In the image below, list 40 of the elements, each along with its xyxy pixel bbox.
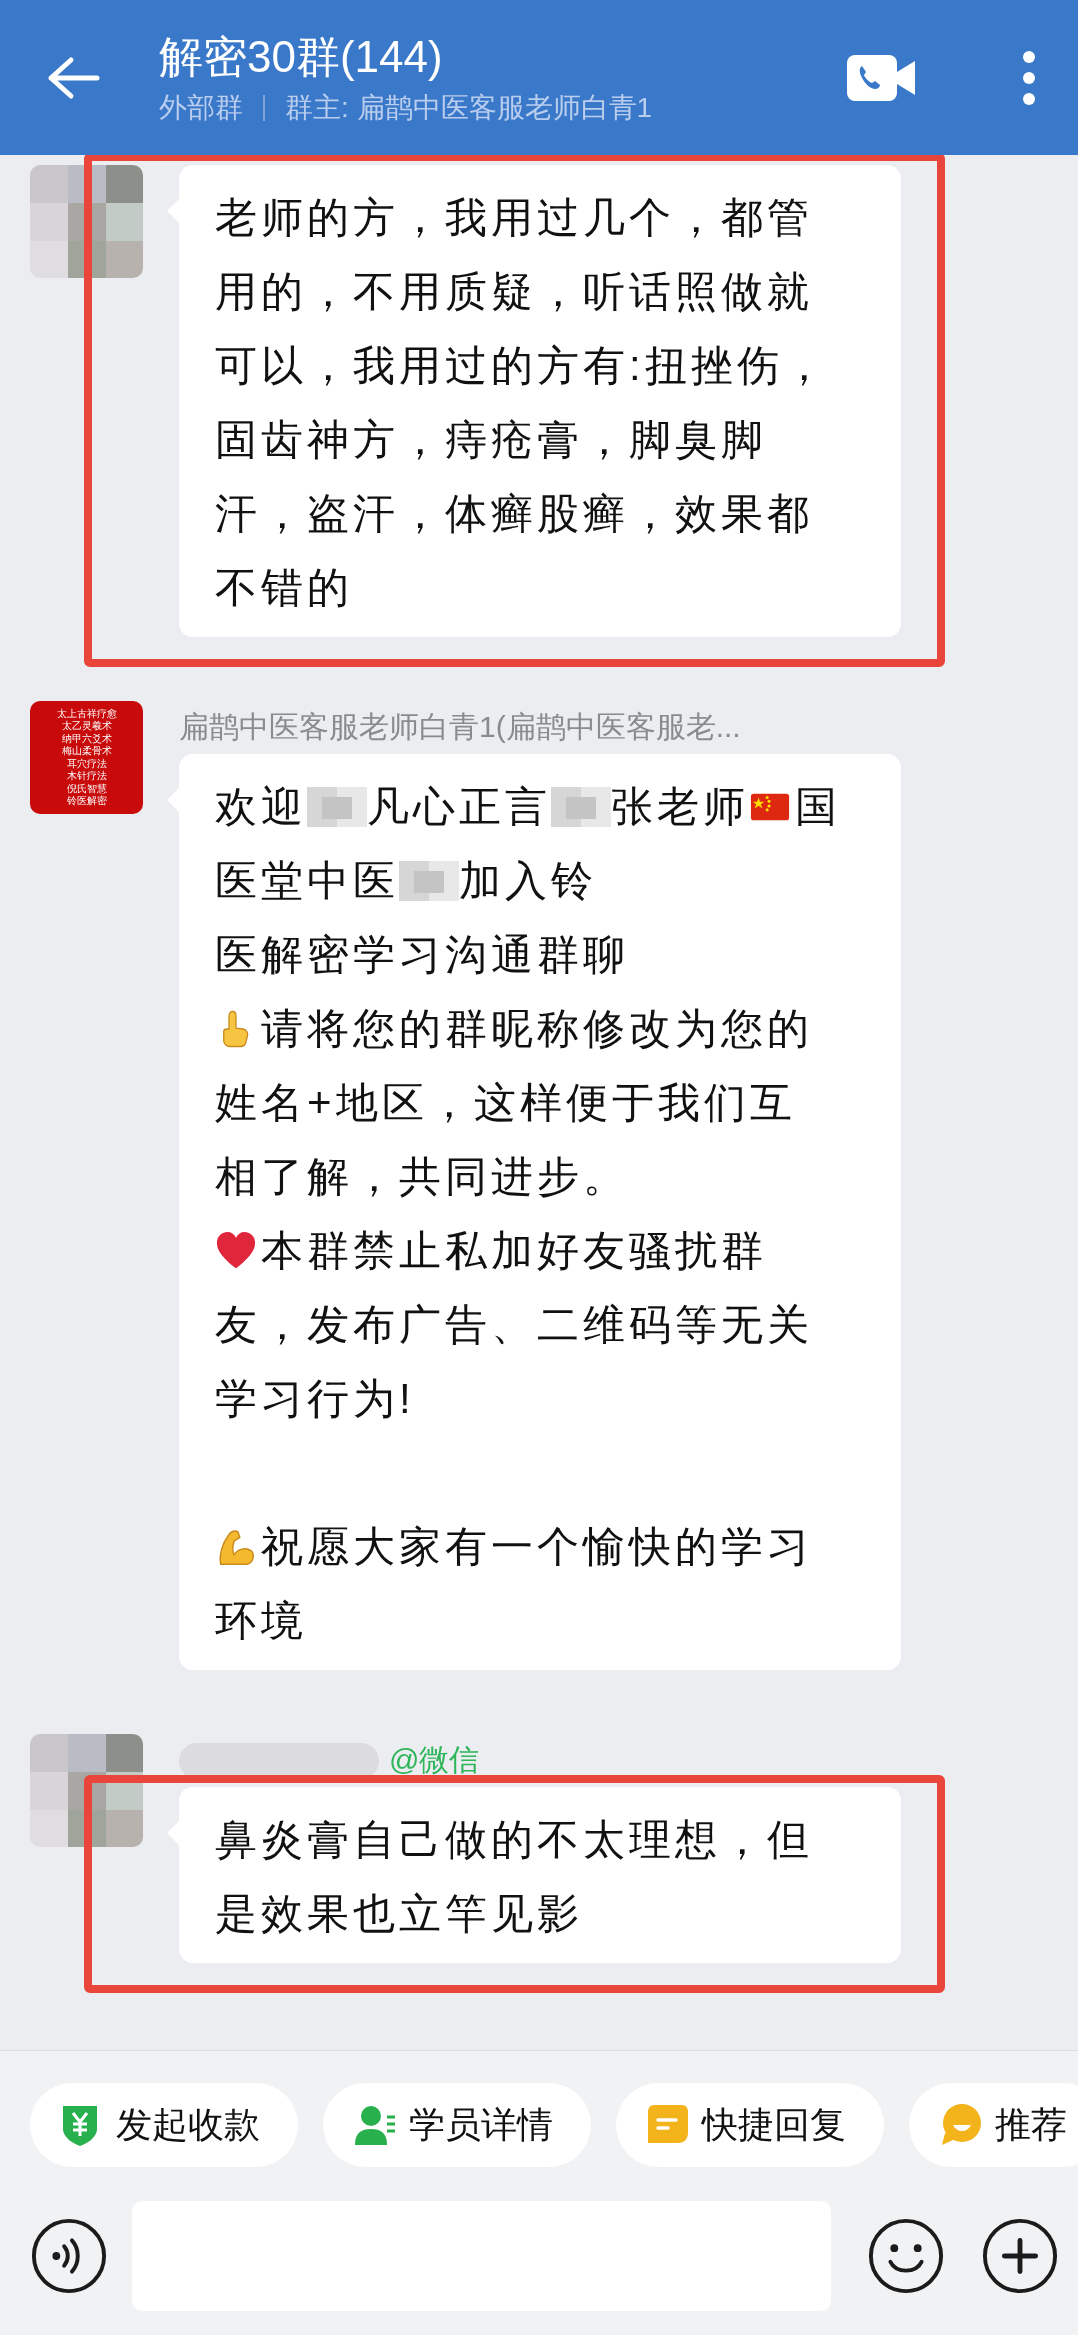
message-text: 凡心正言 (367, 782, 551, 832)
message-text: 医解密学习沟通群聊 (215, 930, 629, 980)
message-text: 汗，盗汗，体癣股癣，效果都 (215, 489, 813, 539)
person-icon (353, 2103, 397, 2147)
message-text: 老师的方，我用过几个，都管 (215, 193, 813, 243)
message-text: 张老师 (611, 782, 749, 832)
emoji-button-icon[interactable] (867, 2217, 945, 2295)
chat-title: 解密30群(144) (159, 30, 444, 83)
message-text: 姓名+地区，这样便于我们互 (215, 1078, 796, 1128)
video-call-icon[interactable] (847, 54, 917, 101)
quick-action-button[interactable]: 推荐 (909, 2083, 1078, 2167)
message-text: 加入铃 (459, 856, 597, 906)
group-owner: 群主: 扁鹊中医客服老师白青1 (285, 90, 653, 125)
message-text: 相了解，共同进步。 (215, 1152, 629, 1202)
message-text: 环境 (215, 1596, 307, 1646)
message-text: 本群禁止私加好友骚扰群 (261, 1226, 767, 1276)
more-menu-icon[interactable] (1022, 49, 1036, 106)
quick-action-button[interactable]: 发起收款 (30, 2083, 298, 2167)
message-text: 学习行为! (215, 1374, 415, 1424)
message-text: 请将您的群昵称修改为您的 (261, 1004, 813, 1054)
message-text: 祝愿大家有一个愉快的学习 (261, 1522, 813, 1572)
group-type: 外部群 (159, 90, 243, 125)
message-text: 医堂中医 (215, 856, 399, 906)
avatar-image: 太上古祥疗愈 太乙灵羲术 纳甲六爻术 梅山柔骨术 耳穴疗法 木针疗法 倪氏智慧 铃医解密 (30, 701, 143, 814)
sender-name: @微信 (389, 1742, 480, 1778)
message-text: 不错的 (215, 563, 353, 613)
message-text: 友，发布广告、二维码等无关 (215, 1300, 813, 1350)
message-text: 可以，我用过的方有:扭挫伤， (215, 341, 829, 391)
message-text: 是效果也立竿见影 (215, 1889, 583, 1939)
message-text: 用的，不用质疑，听话照做就 (215, 267, 813, 317)
message-text: 欢迎 (215, 782, 307, 832)
message-text: 鼻炎膏自己做的不太理想，但 (215, 1815, 813, 1865)
sender-name: 扁鹊中医客服老师白青1(扁鹊中医客服老... (179, 709, 741, 745)
message-text: 固齿神方，痔疮膏，脚臭脚 (215, 415, 767, 465)
quick-action-button[interactable]: 快捷回复 (616, 2083, 884, 2167)
voice-button-icon[interactable] (30, 2217, 108, 2295)
smile-bubble-icon (939, 2103, 983, 2147)
message-text: 国 (795, 782, 841, 832)
quick-action-button[interactable]: 学员详情 (323, 2083, 591, 2167)
add-button-icon[interactable] (981, 2217, 1059, 2295)
